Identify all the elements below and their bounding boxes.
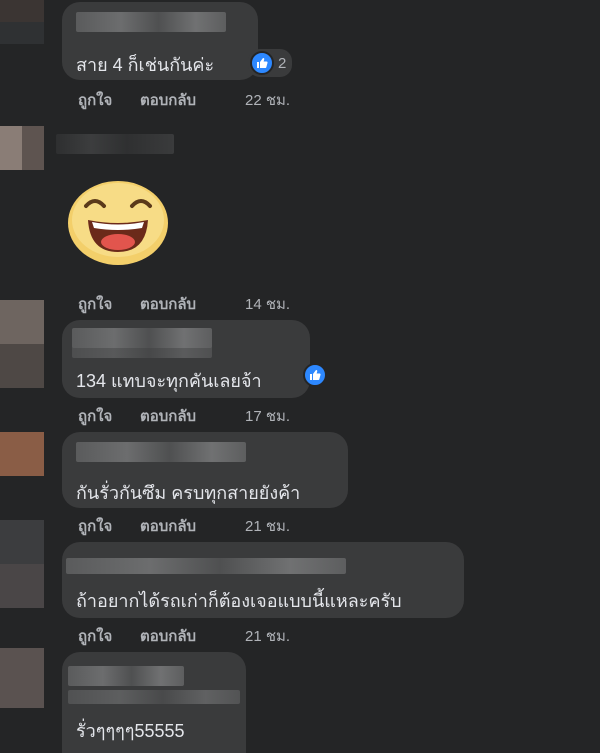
thumbs-up-icon bbox=[250, 51, 274, 75]
reaction-count: 2 bbox=[278, 54, 287, 72]
like-link[interactable]: ถูกใจ bbox=[78, 292, 140, 316]
laughing-face-icon bbox=[68, 181, 168, 265]
author-name[interactable] bbox=[66, 558, 346, 574]
comment-actions: ถูกใจ ตอบกลับ 21 ชม. bbox=[78, 514, 290, 538]
timestamp[interactable]: 14 ชม. bbox=[245, 292, 290, 316]
comment-bubble: สาย 4 ก็เช่นกันค่ะ bbox=[62, 2, 258, 80]
comment-actions: ถูกใจ ตอบกลับ 21 ชม. bbox=[78, 624, 290, 648]
reply-link[interactable]: ตอบกลับ bbox=[140, 404, 245, 428]
avatar[interactable] bbox=[0, 0, 44, 44]
comment-actions: ถูกใจ ตอบกลับ 14 ชม. bbox=[78, 292, 290, 316]
timestamp[interactable]: 21 ชม. bbox=[245, 514, 290, 538]
author-name[interactable] bbox=[76, 442, 246, 462]
comment-bubble: กันรั่วกันซึม ครบทุกสายยังค้า bbox=[62, 432, 348, 508]
comment-text: รั่วๆๆๆๆ55555 bbox=[76, 721, 185, 741]
author-name bbox=[72, 344, 212, 358]
like-link[interactable]: ถูกใจ bbox=[78, 88, 140, 112]
comment-actions: ถูกใจ ตอบกลับ 17 ชม. bbox=[78, 404, 290, 428]
avatar[interactable] bbox=[0, 432, 44, 476]
comment-bubble: ถ้าอยากได้รถเก่าก็ต้องเจอแบบนี้แหละครับ bbox=[62, 542, 464, 618]
author-name bbox=[68, 690, 240, 704]
avatar[interactable] bbox=[0, 300, 44, 388]
reply-link[interactable]: ตอบกลับ bbox=[140, 292, 245, 316]
author-name[interactable] bbox=[68, 666, 184, 686]
comment-text: ถ้าอยากได้รถเก่าก็ต้องเจอแบบนี้แหละครับ bbox=[76, 591, 402, 611]
author-name[interactable] bbox=[56, 134, 174, 154]
like-link[interactable]: ถูกใจ bbox=[78, 404, 140, 428]
avatar[interactable] bbox=[0, 648, 44, 708]
reply-link[interactable]: ตอบกลับ bbox=[140, 88, 245, 112]
timestamp[interactable]: 17 ชม. bbox=[245, 404, 290, 428]
reply-link[interactable]: ตอบกลับ bbox=[140, 624, 245, 648]
avatar[interactable] bbox=[0, 126, 44, 170]
comment-bubble: รั่วๆๆๆๆ55555 bbox=[62, 652, 246, 753]
reply-link[interactable]: ตอบกลับ bbox=[140, 514, 245, 538]
comment-actions: ถูกใจ ตอบกลับ 22 ชม. bbox=[78, 88, 290, 112]
avatar[interactable] bbox=[0, 520, 44, 608]
reaction-summary[interactable]: 2 bbox=[248, 49, 293, 77]
timestamp[interactable]: 22 ชม. bbox=[245, 88, 290, 112]
comment-text: กันรั่วกันซึม ครบทุกสายยังค้า bbox=[76, 483, 301, 503]
comment-text: สาย 4 ก็เช่นกันค่ะ bbox=[76, 55, 215, 75]
like-link[interactable]: ถูกใจ bbox=[78, 624, 140, 648]
comment-bubble: 134 แทบจะทุกคันเลยจ้า bbox=[62, 320, 310, 398]
timestamp[interactable]: 21 ชม. bbox=[245, 624, 290, 648]
author-name[interactable] bbox=[76, 12, 226, 32]
thumbs-up-icon[interactable] bbox=[303, 363, 327, 387]
comment-text: 134 แทบจะทุกคันเลยจ้า bbox=[76, 371, 262, 391]
like-link[interactable]: ถูกใจ bbox=[78, 514, 140, 538]
